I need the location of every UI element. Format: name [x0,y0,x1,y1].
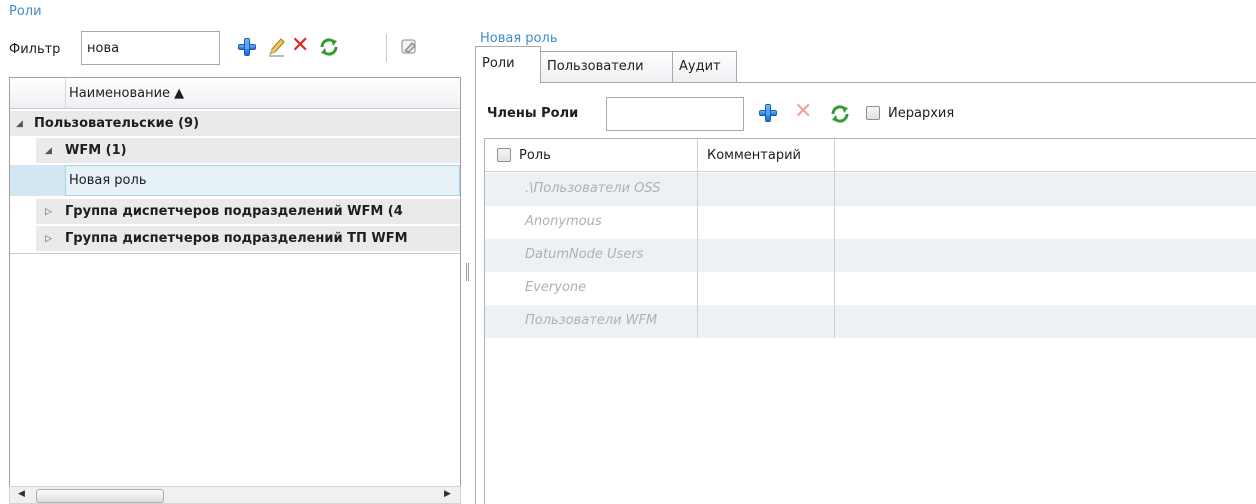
tab-roles[interactable]: Роли [475,46,541,83]
close-icon: ✕ [291,33,310,58]
column-header-comment[interactable]: Комментарий [707,148,801,163]
tree-row-subgroup[interactable]: ◢ WFM (1) [10,138,460,164]
refresh-icon [831,105,849,123]
eraser-icon [401,39,416,54]
expanded-triangle-icon[interactable]: ◢ [16,119,23,129]
pencil-icon [269,38,285,57]
members-grid: Роль Комментарий .\Пользователи OSS Anon… [484,138,1256,504]
tree-row-group[interactable]: ◢ Пользовательские (9) [10,111,460,137]
refresh-button[interactable] [318,36,340,58]
members-input[interactable] [606,97,744,131]
add-role-button[interactable] [238,38,256,56]
grid-header: Наименование ▲ [10,78,460,109]
scrollbar-thumb[interactable] [36,489,164,503]
table-row[interactable]: .\Пользователи OSS [485,173,1256,206]
edit-role-button[interactable] [266,36,286,58]
collapsed-triangle-icon[interactable]: ▷ [45,207,52,217]
hierarchy-label: Иерархия [888,106,955,121]
remove-member-button[interactable]: ✕ [794,101,812,123]
table-row[interactable]: DatumNode Users [485,239,1256,272]
scroll-left-icon[interactable]: ◀ [18,489,25,499]
collapsed-triangle-icon[interactable]: ▷ [45,234,52,244]
members-grid-header: Роль Комментарий [485,139,1256,172]
add-member-button[interactable] [759,104,777,122]
tree-row-item[interactable]: Новая роль [10,165,460,197]
role-title[interactable]: Новая роль [480,31,558,46]
delete-role-button[interactable]: ✕ [291,35,309,57]
table-row[interactable]: Anonymous [485,206,1256,239]
horizontal-scrollbar[interactable]: ◀ ▶ [9,486,461,504]
tree-row-subgroup[interactable]: ▷ Группа диспетчеров подразделений ТП WF… [10,226,460,252]
column-header-name[interactable]: Наименование ▲ [69,86,184,101]
hierarchy-checkbox[interactable] [866,106,880,120]
clear-filter-button[interactable] [399,37,419,57]
refresh-members-button[interactable] [829,103,851,125]
expanded-triangle-icon[interactable]: ◢ [45,146,52,156]
toolbar-divider [386,34,387,62]
select-all-checkbox[interactable] [497,148,511,162]
close-icon: ✕ [794,99,813,124]
column-header-role[interactable]: Роль [519,148,551,163]
scroll-right-icon[interactable]: ▶ [444,489,451,499]
roles-tree-grid: Наименование ▲ ◢ Пользовательские (9) ◢ … [9,77,461,504]
tab-audit[interactable]: Аудит [672,51,737,83]
panel-splitter[interactable] [466,263,469,281]
tree-row-subgroup[interactable]: ▷ Группа диспетчеров подразделений WFM (… [10,199,460,225]
table-row[interactable]: Everyone [485,272,1256,305]
refresh-icon [320,38,338,56]
filter-input[interactable] [81,31,220,65]
members-label: Члены Роли [487,106,579,121]
tab-users[interactable]: Пользователи [540,51,673,83]
roles-section-title[interactable]: Роли [9,4,42,19]
table-row[interactable]: Пользователи WFM [485,305,1256,338]
filter-label: Фильтр [9,42,61,57]
